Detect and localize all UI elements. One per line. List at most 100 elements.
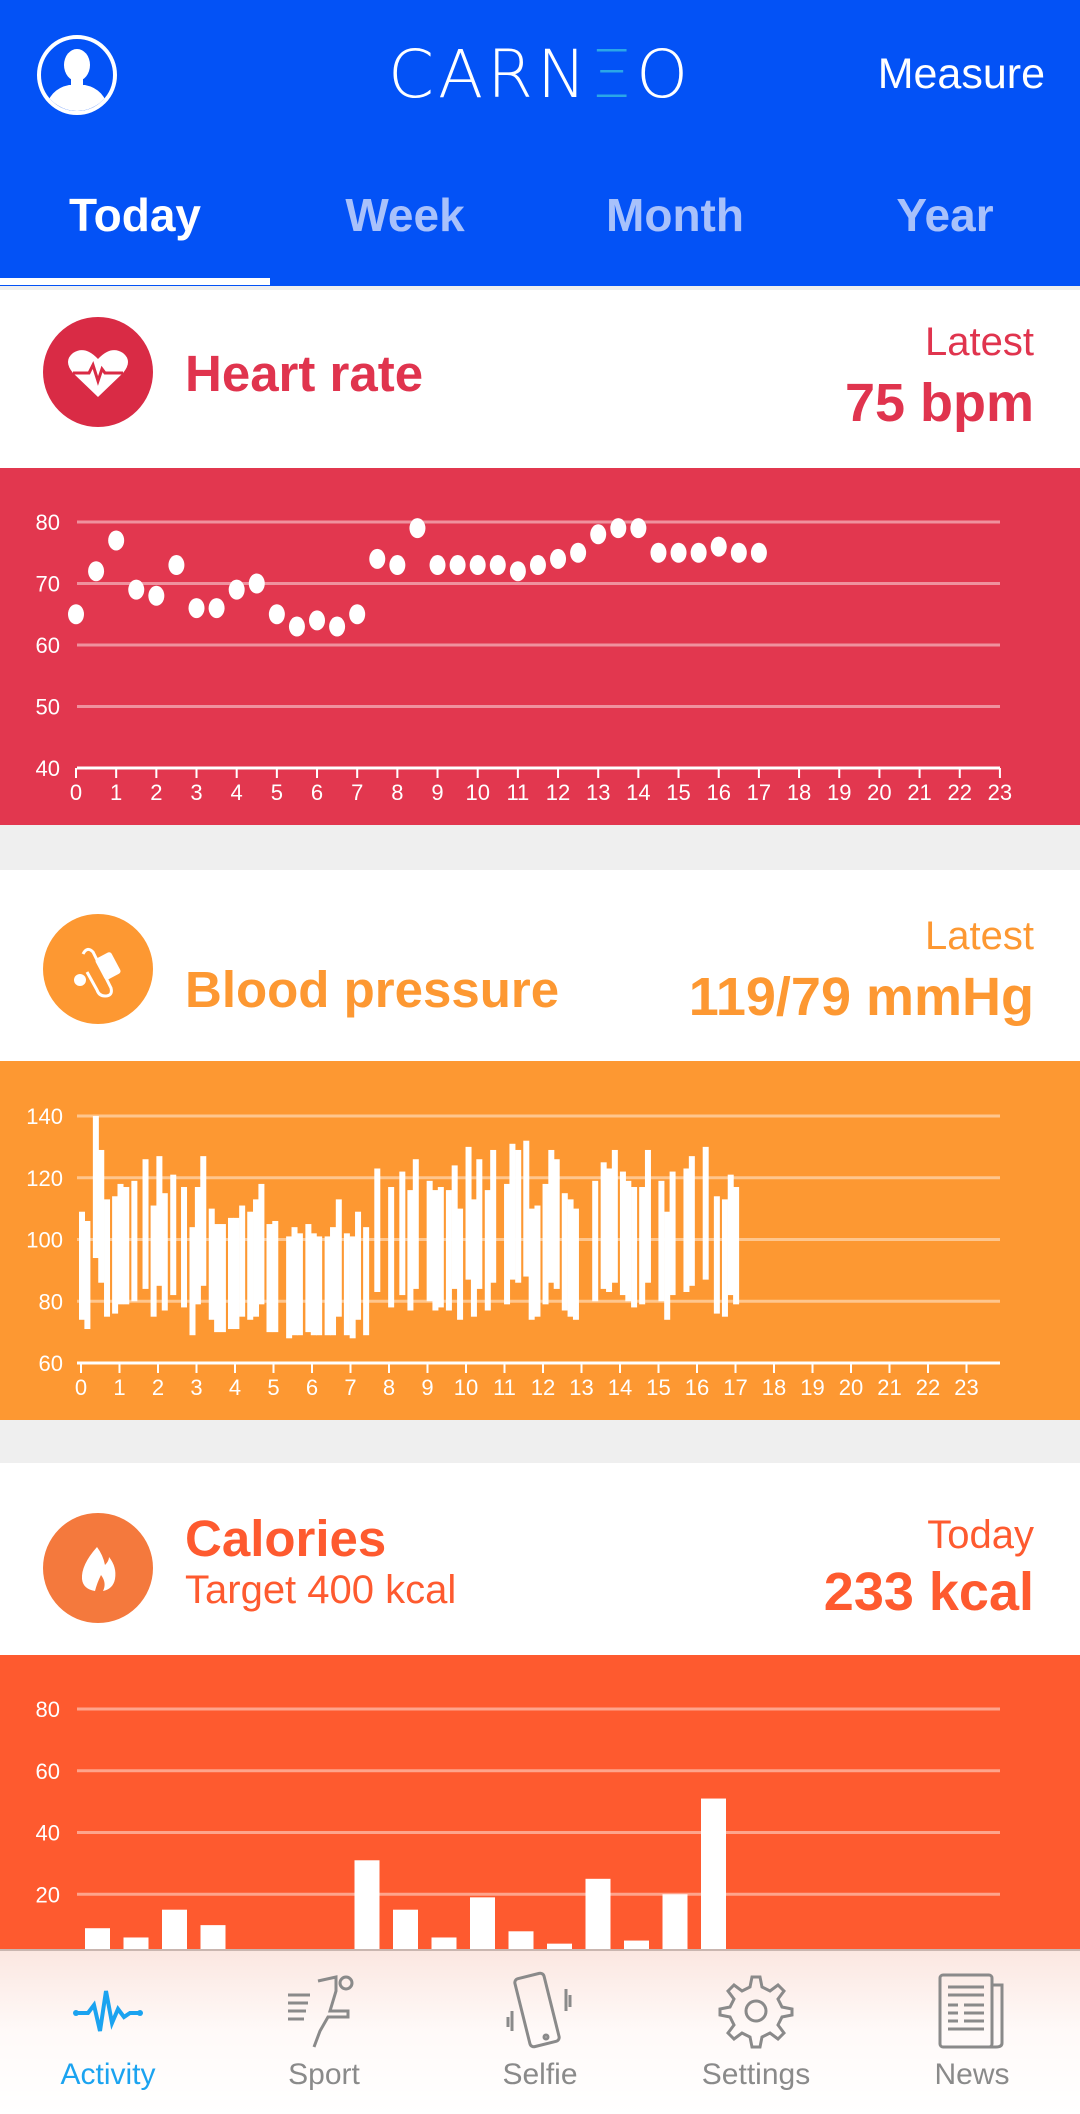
pressure-bar: [253, 1199, 260, 1317]
blood-pressure-cuff-icon: [43, 914, 153, 1024]
pressure-bar: [363, 1227, 370, 1336]
data-point: [248, 573, 265, 594]
period-tabs: Today Week Month Year: [0, 186, 1080, 286]
y-tick-label: 70: [36, 572, 60, 597]
pressure-bar: [214, 1224, 221, 1333]
pressure-bar: [631, 1187, 638, 1308]
user-avatar-icon: [45, 49, 109, 111]
flame-icon: [43, 1513, 153, 1623]
pressure-bar: [515, 1149, 522, 1283]
x-tick-label: 14: [608, 1375, 632, 1400]
x-tick-label: 5: [267, 1375, 279, 1400]
pressure-bar: [567, 1199, 574, 1317]
y-tick-label: 40: [36, 756, 60, 781]
x-tick-label: 5: [271, 780, 283, 805]
latest-label: Latest: [925, 914, 1034, 958]
pressure-bar: [161, 1193, 168, 1311]
x-tick-label: 13: [586, 780, 610, 805]
x-tick-label: 23: [988, 780, 1012, 805]
pressure-bar: [509, 1143, 516, 1280]
x-tick-label: 20: [867, 780, 891, 805]
data-point: [168, 555, 185, 576]
profile-button[interactable]: [37, 35, 117, 115]
pressure-bar: [407, 1190, 414, 1311]
phone-shake-icon: [506, 1971, 572, 2049]
data-point: [88, 561, 105, 582]
data-point: [590, 524, 607, 545]
pressure-bar: [644, 1149, 651, 1283]
y-tick-label: 60: [36, 633, 60, 658]
latest-label: Latest: [925, 320, 1034, 364]
pressure-bar: [457, 1208, 464, 1320]
heart-rate-chart[interactable]: 40 50 60 70 80 0 1 2 3 4 5 6 7 8 9 10 11 12 13 14 15 16 17 18 19…: [0, 468, 1080, 825]
nav-settings[interactable]: Settings: [648, 1951, 864, 2114]
x-tick-label: 21: [907, 780, 931, 805]
pressure-bar: [504, 1183, 511, 1305]
activity-pulse-icon: [73, 1990, 143, 2032]
pressure-bar: [247, 1211, 254, 1320]
x-tick-label: 13: [569, 1375, 593, 1400]
pressure-bar: [658, 1180, 665, 1302]
latest-value: 75 bpm: [844, 373, 1034, 433]
x-tick-label: 12: [531, 1375, 555, 1400]
pressure-bar: [490, 1149, 497, 1283]
chart-canvas: 40506070800 1 2 3 4 5 6 7 8 9 10 11 12 13 14 15 16 17 18 19…: [36, 510, 1013, 805]
x-tick-label: 21: [877, 1375, 901, 1400]
pressure-bar: [208, 1208, 215, 1320]
nav-news[interactable]: News: [864, 1951, 1080, 2114]
pressure-bar: [412, 1159, 419, 1289]
pressure-bar: [470, 1199, 477, 1317]
data-point: [750, 542, 767, 563]
pressure-bar: [181, 1187, 188, 1308]
x-tick-label: 1: [110, 780, 122, 805]
x-tick-label: 14: [626, 780, 650, 805]
tab-today[interactable]: Today: [0, 186, 270, 286]
pressure-bar: [316, 1236, 323, 1336]
pressure-bar: [156, 1156, 163, 1286]
data-point: [610, 518, 627, 539]
pressure-bar: [437, 1187, 444, 1308]
heart-rate-card[interactable]: Heart rate Latest 75 bpm: [0, 290, 1080, 468]
bottom-navigation: Activity Sport Selfie Settings News: [0, 1949, 1080, 2114]
pressure-bar: [733, 1187, 740, 1305]
nav-activity[interactable]: Activity: [0, 1951, 216, 2114]
measure-button[interactable]: Measure: [878, 50, 1045, 99]
app-header: CARNΞO Measure Today Week Month Year: [0, 0, 1080, 286]
pressure-bar: [92, 1116, 99, 1259]
tab-week[interactable]: Week: [270, 186, 540, 286]
pressure-bar: [548, 1149, 555, 1283]
pressure-bar: [426, 1180, 433, 1302]
x-tick-label: 16: [685, 1375, 709, 1400]
blood-pressure-card[interactable]: Blood pressure Latest 119/79 mmHg: [0, 870, 1080, 1061]
pressure-bar: [683, 1168, 690, 1292]
pressure-bar: [664, 1211, 671, 1320]
pressure-bar: [291, 1227, 298, 1336]
pressure-bar: [98, 1149, 105, 1283]
blood-pressure-chart[interactable]: 60 80 100 120 140 0 1 2 3 4 5 6 7 8 9 10 11 12 13 14 15 16 17 1…: [0, 1061, 1080, 1420]
nav-label: Activity: [60, 2058, 156, 2091]
data-point: [529, 555, 546, 576]
pressure-bar: [445, 1190, 452, 1311]
pressure-bar: [200, 1156, 207, 1286]
x-tick-label: 9: [421, 1375, 433, 1400]
data-point: [630, 518, 647, 539]
active-tab-indicator: [0, 278, 270, 285]
data-point: [690, 542, 707, 563]
nav-sport[interactable]: Sport: [216, 1951, 432, 2114]
pressure-bar: [721, 1199, 728, 1317]
calories-card[interactable]: Calories Target 400 kcal Today 233 kcal: [0, 1463, 1080, 1655]
data-point: [550, 548, 567, 569]
pressure-bar: [572, 1208, 579, 1320]
pressure-bar: [142, 1159, 149, 1289]
tab-year[interactable]: Year: [810, 186, 1080, 286]
x-tick-label: 2: [152, 1375, 164, 1400]
tab-month[interactable]: Month: [540, 186, 810, 286]
data-point: [409, 518, 426, 539]
nav-selfie[interactable]: Selfie: [432, 1951, 648, 2114]
x-tick-label: 22: [947, 780, 971, 805]
pressure-bar: [553, 1159, 560, 1289]
pressure-bar: [189, 1227, 196, 1336]
pressure-bar: [611, 1149, 618, 1283]
pressure-bar: [606, 1168, 613, 1292]
data-point: [650, 542, 667, 563]
